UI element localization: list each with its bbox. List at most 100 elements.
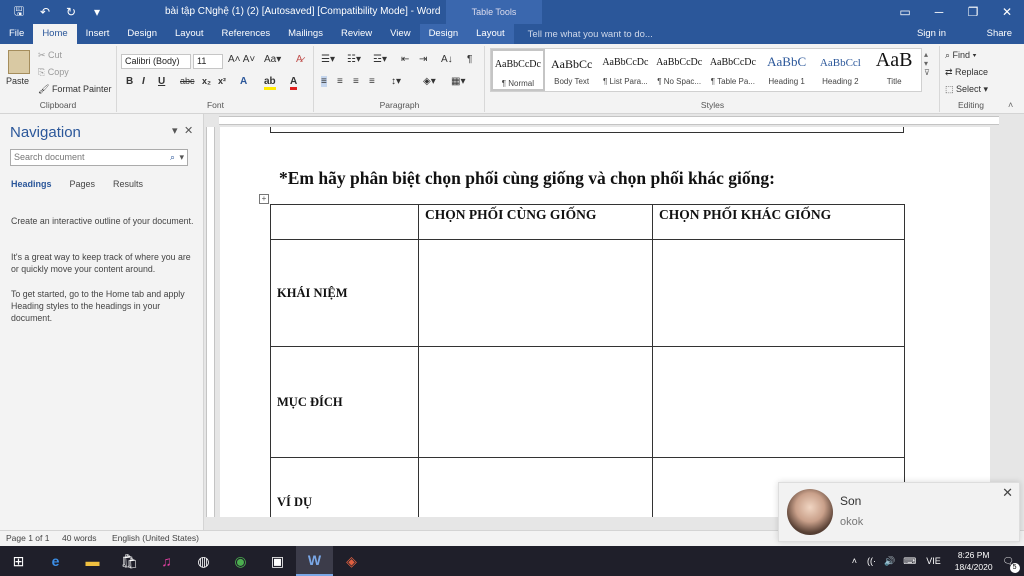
- grow-font-icon[interactable]: A˄ A˅: [228, 54, 255, 65]
- volume-icon[interactable]: 🔊: [884, 556, 895, 567]
- table-cell[interactable]: [418, 239, 653, 347]
- word-count[interactable]: 40 words: [62, 533, 97, 543]
- style-title[interactable]: AaB Title: [867, 49, 921, 91]
- tab-references[interactable]: References: [213, 24, 280, 44]
- underline-button[interactable]: U: [158, 76, 165, 87]
- file-explorer-icon[interactable]: ▬: [74, 546, 111, 576]
- paste-icon[interactable]: [8, 50, 30, 74]
- borders-icon[interactable]: ▦▾: [451, 76, 465, 87]
- numbering-icon[interactable]: ☷▾: [347, 54, 361, 65]
- format-painter-button[interactable]: 🖌 Format Painter: [38, 84, 111, 95]
- action-center-icon[interactable]: 🗨 5: [1003, 556, 1020, 573]
- table-cell[interactable]: [652, 346, 905, 458]
- bullets-icon[interactable]: ☰▾: [321, 54, 335, 65]
- redo-icon[interactable]: ↻: [60, 5, 82, 19]
- windows-start-icon[interactable]: ⊞: [0, 546, 37, 576]
- style-heading-2[interactable]: AaBbCcl Heading 2: [814, 49, 868, 91]
- show-hidden-icons-icon[interactable]: ˄: [852, 556, 857, 566]
- tab-mailings[interactable]: Mailings: [279, 24, 332, 44]
- row-label-concept[interactable]: KHÁI NIỆM: [270, 239, 419, 347]
- clock[interactable]: 8:26 PM 18/4/2020: [955, 549, 993, 573]
- italic-button[interactable]: I: [142, 76, 145, 87]
- table-header-different-breed[interactable]: CHỌN PHỐI KHÁC GIỐNG: [652, 204, 905, 240]
- align-right-icon[interactable]: ≡: [353, 76, 359, 87]
- show-formatting-icon[interactable]: ¶: [467, 54, 472, 65]
- replace-button[interactable]: ⇄ Replace: [945, 67, 988, 78]
- nav-tab-pages[interactable]: Pages: [70, 179, 96, 189]
- input-language[interactable]: VIE: [926, 556, 941, 566]
- share-button[interactable]: Share: [987, 24, 1012, 44]
- style-list-paragraph[interactable]: AaBbCcDc ¶ List Para...: [599, 49, 653, 91]
- customize-qat-icon[interactable]: ▾: [86, 5, 108, 19]
- copy-button[interactable]: ⎘ Copy: [38, 67, 69, 78]
- subscript-button[interactable]: x₂: [202, 76, 211, 86]
- text-effects-icon[interactable]: A: [240, 76, 247, 87]
- font-size-select[interactable]: 11: [193, 54, 223, 69]
- tab-design[interactable]: Design: [118, 24, 166, 44]
- search-document-input[interactable]: Search document ⌕ ▾: [10, 149, 188, 166]
- horizontal-ruler[interactable]: [204, 114, 1024, 127]
- tab-insert[interactable]: Insert: [77, 24, 119, 44]
- font-color-icon[interactable]: A: [290, 76, 298, 90]
- table-move-handle-icon[interactable]: +: [259, 194, 269, 204]
- nav-tab-results[interactable]: Results: [113, 179, 143, 189]
- line-spacing-icon[interactable]: ↕▾: [391, 76, 401, 87]
- justify-icon[interactable]: ≡: [369, 76, 375, 87]
- cut-button[interactable]: ✂ Cut: [38, 50, 62, 61]
- page-count[interactable]: Page 1 of 1: [6, 533, 49, 543]
- row-label-purpose[interactable]: MỤC ĐÍCH: [270, 346, 419, 458]
- multilevel-list-icon[interactable]: ☲▾: [373, 54, 387, 65]
- tab-view[interactable]: View: [381, 24, 419, 44]
- find-button[interactable]: ⌕ Find ▾: [945, 50, 976, 61]
- store-icon[interactable]: 🛍: [111, 546, 148, 576]
- music-app-icon[interactable]: ♫: [148, 546, 185, 576]
- tab-file[interactable]: File: [0, 24, 33, 44]
- tell-me-box[interactable]: Tell me what you want to do...: [528, 29, 653, 40]
- minimize-button[interactable]: ─: [922, 0, 956, 24]
- app-icon[interactable]: ◍: [185, 546, 222, 576]
- undo-icon[interactable]: ↶: [34, 5, 56, 19]
- font-family-select[interactable]: Calibri (Body): [121, 54, 191, 69]
- nav-tab-headings[interactable]: Headings: [11, 179, 52, 189]
- collapse-ribbon-icon[interactable]: ˄: [1008, 100, 1013, 110]
- vertical-ruler[interactable]: [204, 127, 217, 517]
- strikethrough-button[interactable]: abc: [180, 76, 195, 86]
- decrease-indent-icon[interactable]: ⇤: [401, 54, 409, 65]
- table-cell[interactable]: [652, 239, 905, 347]
- message-notification[interactable]: Son okok ✕: [778, 482, 1020, 542]
- bold-button[interactable]: B: [126, 76, 133, 87]
- style-no-spacing[interactable]: AaBbCcDc ¶ No Spac...: [652, 49, 706, 91]
- tab-layout[interactable]: Layout: [166, 24, 213, 44]
- search-icon[interactable]: ⌕: [170, 150, 175, 165]
- style-normal[interactable]: AaBbCcDc ¶ Normal: [491, 49, 545, 91]
- style-heading-1[interactable]: AaBbC Heading 1: [760, 49, 814, 91]
- highlight-icon[interactable]: ab: [264, 76, 276, 90]
- close-icon[interactable]: ✕: [1002, 485, 1013, 501]
- pane-options-icon[interactable]: ▾: [172, 124, 178, 137]
- styles-scroll-icon[interactable]: ▴ ▾ ⊽: [924, 50, 930, 77]
- style-table-paragraph[interactable]: AaBbCcDc ¶ Table Pa...: [706, 49, 760, 91]
- save-icon[interactable]: 🖫: [8, 2, 30, 23]
- select-button[interactable]: ⬚ Select ▾: [945, 84, 988, 95]
- tab-home[interactable]: Home: [33, 24, 77, 44]
- word-icon[interactable]: W: [296, 546, 333, 576]
- search-options-icon[interactable]: ▾: [179, 150, 184, 165]
- close-pane-icon[interactable]: ✕: [184, 124, 193, 137]
- shading-icon[interactable]: ◈▾: [423, 76, 436, 87]
- table-cell[interactable]: [418, 457, 653, 517]
- tab-review[interactable]: Review: [332, 24, 381, 44]
- edge-icon[interactable]: e: [37, 546, 74, 576]
- increase-indent-icon[interactable]: ⇥: [419, 54, 427, 65]
- messenger-icon[interactable]: ◈: [333, 546, 370, 576]
- restore-button[interactable]: ❐: [956, 0, 990, 24]
- app-icon[interactable]: ▣: [259, 546, 296, 576]
- change-case-icon[interactable]: Aa▾: [264, 54, 281, 65]
- paste-button[interactable]: Paste: [6, 76, 29, 86]
- chrome-icon[interactable]: ◉: [222, 546, 259, 576]
- language-indicator[interactable]: English (United States): [112, 533, 199, 543]
- clear-formatting-icon[interactable]: A̷: [296, 54, 303, 65]
- tab-table-design[interactable]: Design: [419, 24, 468, 44]
- align-center-icon[interactable]: ≡: [337, 76, 343, 87]
- style-body-text[interactable]: AaBbCc Body Text: [545, 49, 599, 91]
- ribbon-display-options-icon[interactable]: ▭: [888, 0, 922, 24]
